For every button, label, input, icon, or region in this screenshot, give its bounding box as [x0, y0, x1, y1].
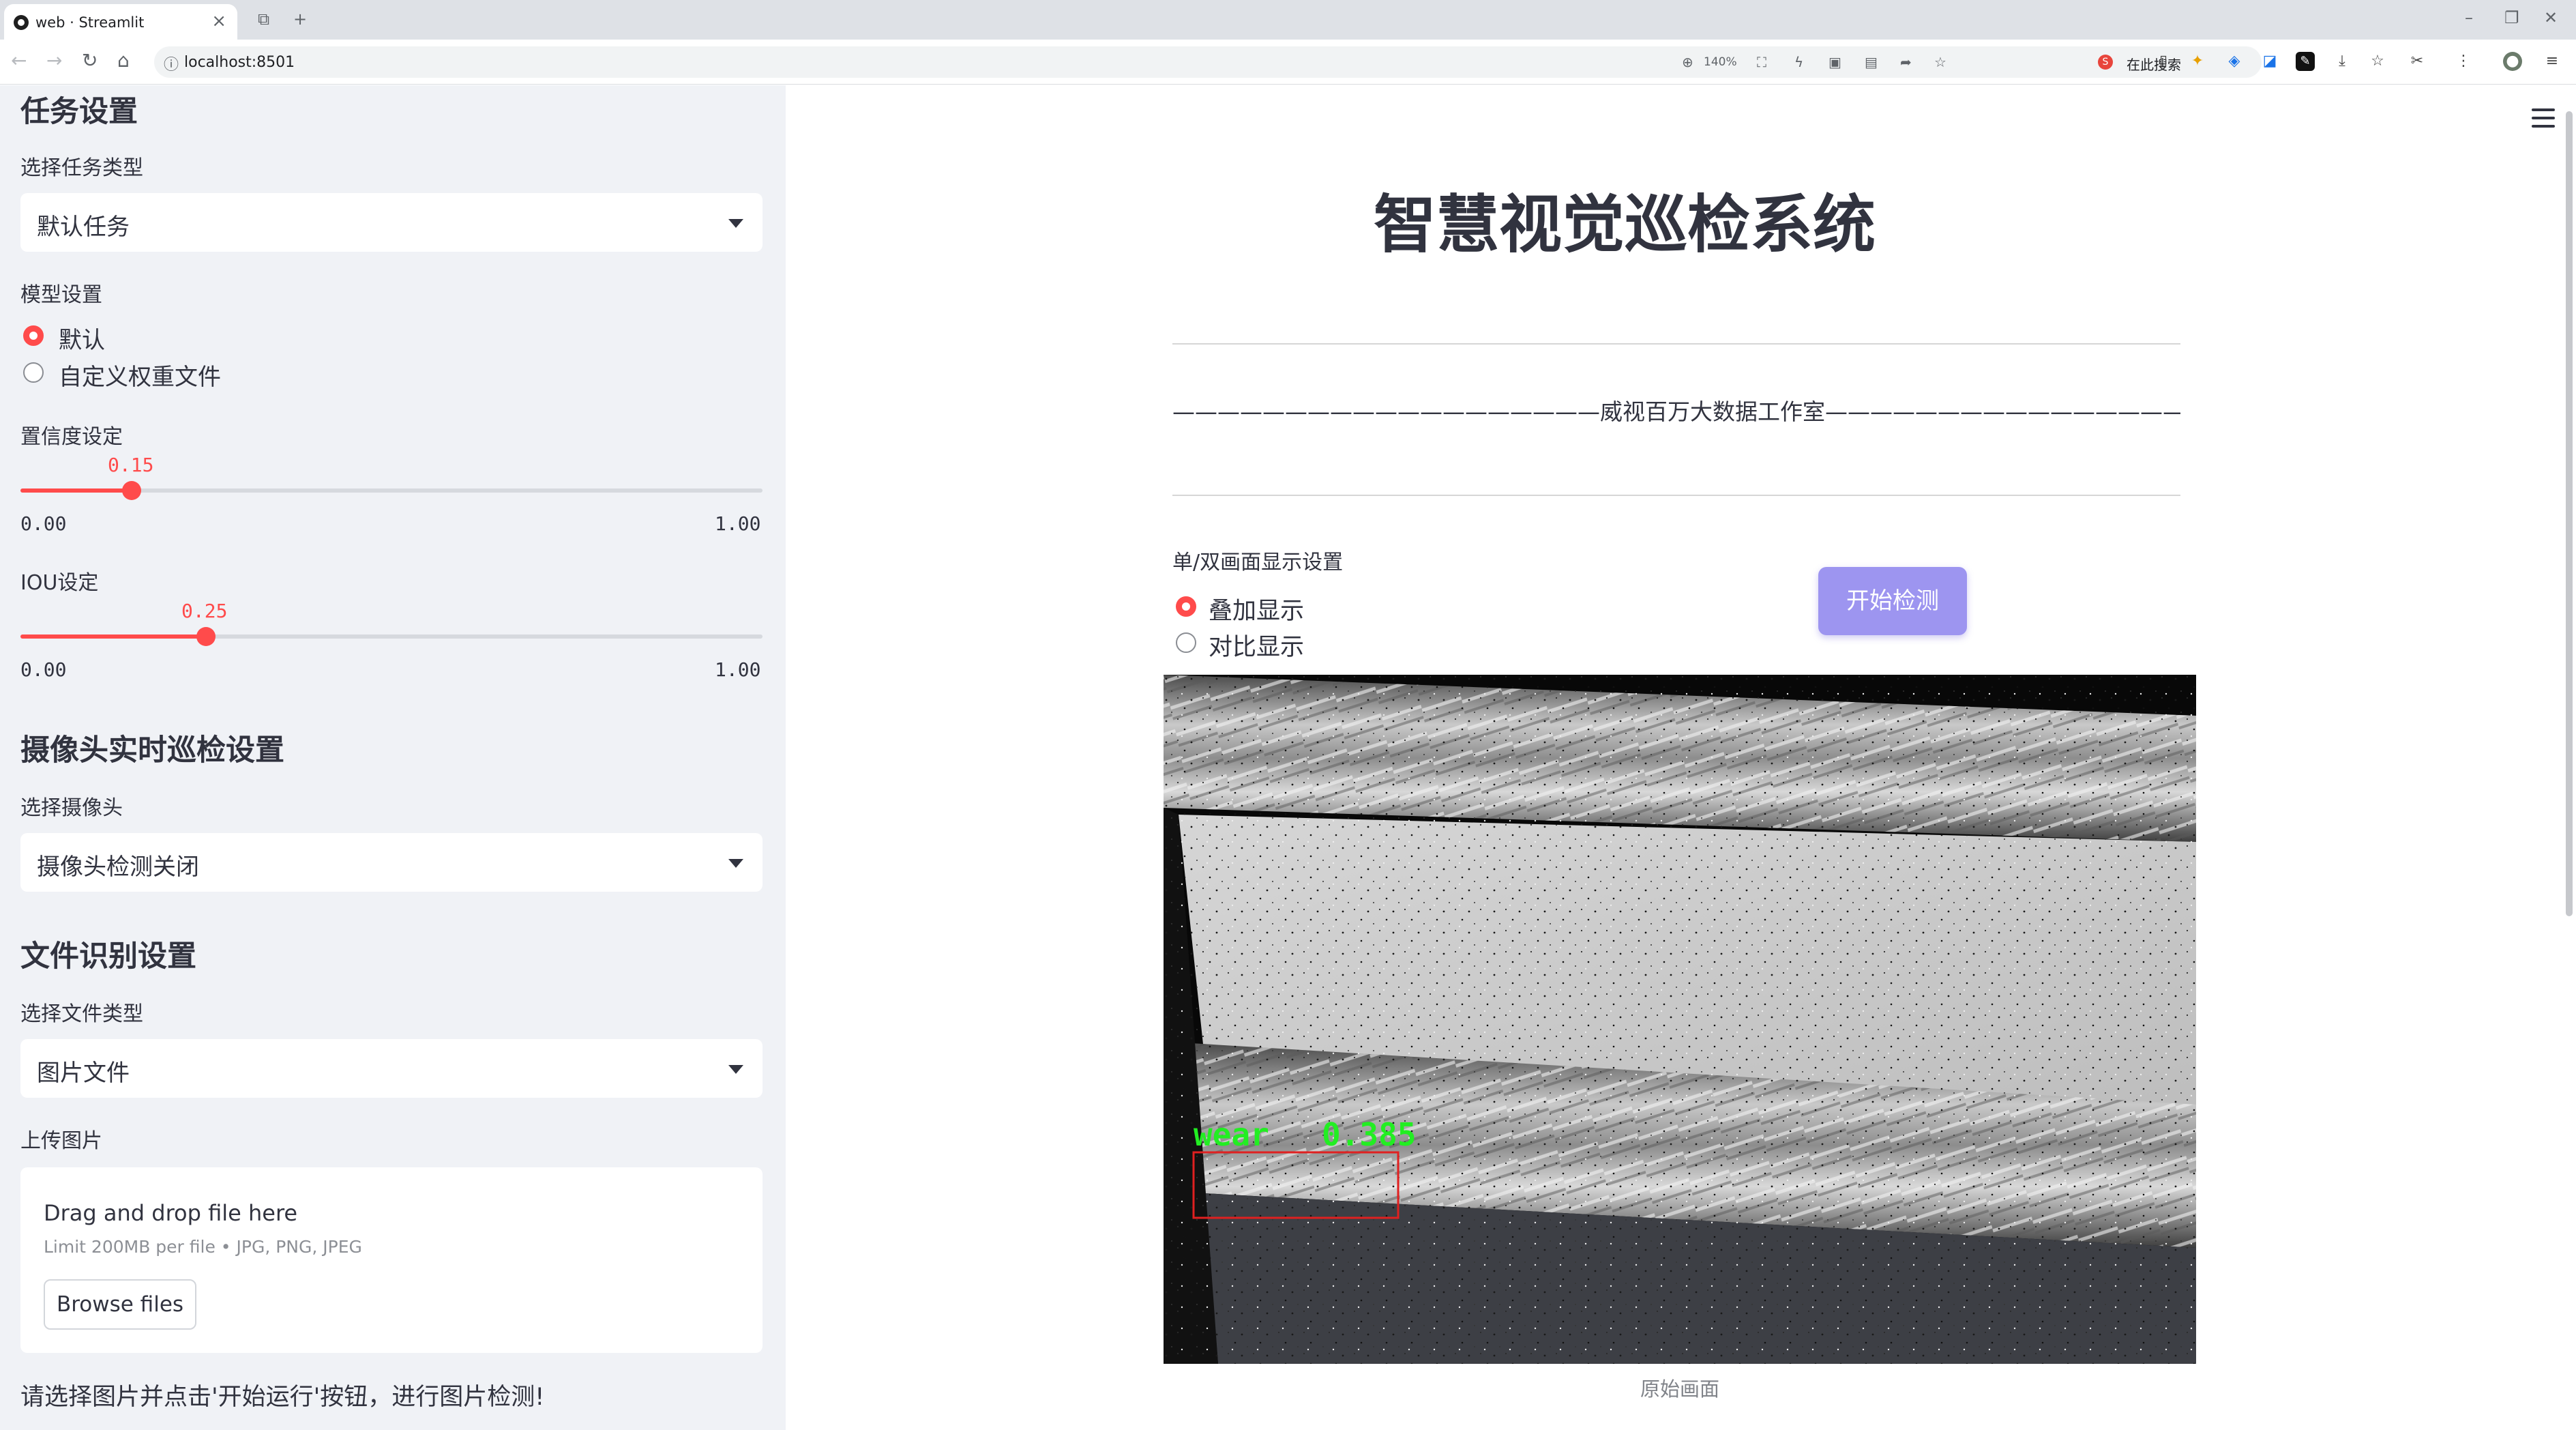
- confidence-slider[interactable]: [20, 481, 763, 500]
- file-type-select[interactable]: 图片文件: [20, 1039, 763, 1098]
- translate-icon[interactable]: ⛶: [1757, 54, 1766, 70]
- model-option-default[interactable]: 默认: [59, 321, 105, 355]
- iou-slider[interactable]: [20, 627, 763, 646]
- chevron-down-icon: [728, 219, 743, 228]
- confidence-label: 置信度设定: [20, 425, 123, 449]
- task-type-select[interactable]: 默认任务: [20, 193, 763, 252]
- back-icon[interactable]: ←: [11, 49, 27, 72]
- iou-slider-fill: [20, 634, 206, 639]
- tab-title: web · Streamlit: [35, 14, 145, 31]
- home-icon[interactable]: ⌂: [117, 49, 130, 72]
- cut-icon[interactable]: ✂: [2408, 52, 2427, 71]
- cable-photo: wear 0.385: [1164, 675, 2196, 1364]
- display-radio-overlay[interactable]: [1176, 596, 1196, 617]
- sidebar: 任务设置 选择任务类型 默认任务 模型设置 默认 自定义权重文件 置信度设定 0…: [0, 85, 786, 1430]
- main-content: 智慧视觉巡检系统 ———————————————————威视百万大数据工作室——…: [786, 85, 2576, 1430]
- iou-min: 0.00: [20, 658, 67, 681]
- iou-slider-thumb[interactable]: [196, 627, 216, 646]
- mobile-icon[interactable]: ▯: [2154, 52, 2173, 71]
- file-type-value: 图片文件: [37, 1060, 130, 1087]
- streamlit-favicon-icon: [14, 15, 29, 30]
- address-bar[interactable]: ⓘ localhost:8501 ⊕ 140% ⛶ ϟ ▣ ▤ ➦ ☆ S 在此…: [154, 46, 2262, 78]
- camera-select-label: 选择摄像头: [20, 796, 123, 820]
- page-info-icon[interactable]: ⓘ: [164, 53, 179, 74]
- more-menu-icon[interactable]: ⋮: [2454, 52, 2473, 71]
- lightning-icon[interactable]: ϟ: [1794, 54, 1803, 70]
- browser-tab-bar: web · Streamlit × ⧉ + – ❐ ✕: [0, 0, 2576, 40]
- browser-toolbar: ← → ↻ ⌂ ⓘ localhost:8501 ⊕ 140% ⛶ ϟ ▣ ▤ …: [0, 40, 2576, 85]
- divider-top: [1172, 343, 2180, 345]
- confidence-min: 0.00: [20, 512, 67, 535]
- browser-tab[interactable]: web · Streamlit ×: [4, 4, 237, 40]
- page-title: 智慧视觉巡检系统: [1373, 188, 1876, 261]
- confidence-value: 0.15: [108, 454, 154, 476]
- url-text[interactable]: localhost:8501: [184, 54, 295, 71]
- file-type-label: 选择文件类型: [20, 1002, 143, 1026]
- confidence-slider-thumb[interactable]: [122, 481, 141, 500]
- display-radio-compare[interactable]: [1176, 632, 1196, 653]
- task-type-label: 选择任务类型: [20, 156, 143, 180]
- iou-value: 0.25: [181, 600, 228, 622]
- dropzone-limit: Limit 200MB per file • JPG, PNG, JPEG: [44, 1237, 362, 1257]
- model-radio-default[interactable]: [23, 325, 44, 346]
- main-scrollbar[interactable]: [2566, 111, 2573, 916]
- browse-files-button[interactable]: Browse files: [44, 1279, 196, 1330]
- close-window-icon[interactable]: ✕: [2544, 8, 2558, 27]
- confidence-slider-fill: [20, 488, 132, 493]
- start-detection-button[interactable]: 开始检测: [1818, 567, 1967, 635]
- model-radio-custom[interactable]: [23, 362, 44, 383]
- translate-extension-icon[interactable]: ◪: [2260, 52, 2279, 71]
- studio-banner: ———————————————————威视百万大数据工作室———————————…: [1172, 398, 2180, 425]
- file-dropzone[interactable]: Drag and drop file here Limit 200MB per …: [20, 1167, 763, 1353]
- profile-avatar-icon[interactable]: ●: [2503, 52, 2522, 71]
- confidence-max: 1.00: [715, 512, 761, 535]
- detection-score: 0.385: [1322, 1116, 1416, 1153]
- iou-label: IOU设定: [20, 571, 99, 595]
- dropzone-title: Drag and drop file here: [44, 1200, 298, 1226]
- detection-image: wear 0.385: [1164, 675, 2196, 1364]
- iou-max: 1.00: [715, 658, 761, 681]
- chevron-down-icon: [728, 859, 743, 868]
- bookmark-star-icon[interactable]: ☆: [1934, 54, 1946, 70]
- zoom-level[interactable]: 140%: [1704, 55, 1737, 69]
- divider-bottom: [1172, 495, 2180, 496]
- media-icon[interactable]: ▤: [1865, 54, 1878, 70]
- restore-icon[interactable]: ❐: [2504, 8, 2519, 27]
- search-engine-icon: S: [2098, 55, 2113, 70]
- favorites-icon[interactable]: ☆: [2368, 52, 2387, 71]
- minimize-icon[interactable]: –: [2465, 8, 2473, 27]
- model-option-custom[interactable]: 自定义权重文件: [59, 358, 221, 392]
- extension-color-icon[interactable]: ✦: [2188, 52, 2207, 71]
- tab-group-icon[interactable]: ⧉: [258, 10, 269, 29]
- browser-menu-icon[interactable]: ≡: [2543, 52, 2562, 71]
- camera-settings-heading: 摄像头实时巡检设置: [20, 733, 284, 768]
- detection-label: wear: [1194, 1116, 1269, 1153]
- camera-select-value: 摄像头检测关闭: [37, 853, 199, 881]
- task-settings-heading: 任务设置: [20, 95, 138, 129]
- new-tab-icon[interactable]: +: [293, 10, 307, 29]
- chevron-down-icon: [728, 1065, 743, 1074]
- reload-icon[interactable]: ↻: [82, 49, 98, 72]
- camera-select[interactable]: 摄像头检测关闭: [20, 833, 763, 892]
- screenshot-icon[interactable]: ▣: [1829, 54, 1841, 70]
- close-tab-icon[interactable]: ×: [211, 11, 226, 31]
- display-option-overlay[interactable]: 叠加显示: [1209, 592, 1304, 626]
- sidebar-hint-text: 请选择图片并点击'开始运行'按钮，进行图片检测!: [20, 1384, 545, 1411]
- image-caption: 原始画面: [1640, 1377, 1719, 1401]
- forward-icon[interactable]: →: [46, 49, 62, 72]
- display-mode-label: 单/双画面显示设置: [1172, 551, 1344, 574]
- share-icon[interactable]: ➦: [1900, 54, 1912, 70]
- task-type-value: 默认任务: [37, 214, 130, 241]
- hamburger-menu-icon[interactable]: [2532, 108, 2555, 128]
- download-icon[interactable]: ⤓: [2333, 52, 2352, 71]
- extension-dark-icon[interactable]: ✎: [2296, 52, 2315, 71]
- extension-blue-icon[interactable]: ◈: [2225, 52, 2244, 71]
- upload-label: 上传图片: [20, 1129, 102, 1153]
- display-option-compare[interactable]: 对比显示: [1209, 628, 1304, 662]
- model-settings-label: 模型设置: [20, 283, 102, 307]
- file-settings-heading: 文件识别设置: [20, 939, 196, 974]
- zoom-icon[interactable]: ⊕: [1682, 54, 1693, 70]
